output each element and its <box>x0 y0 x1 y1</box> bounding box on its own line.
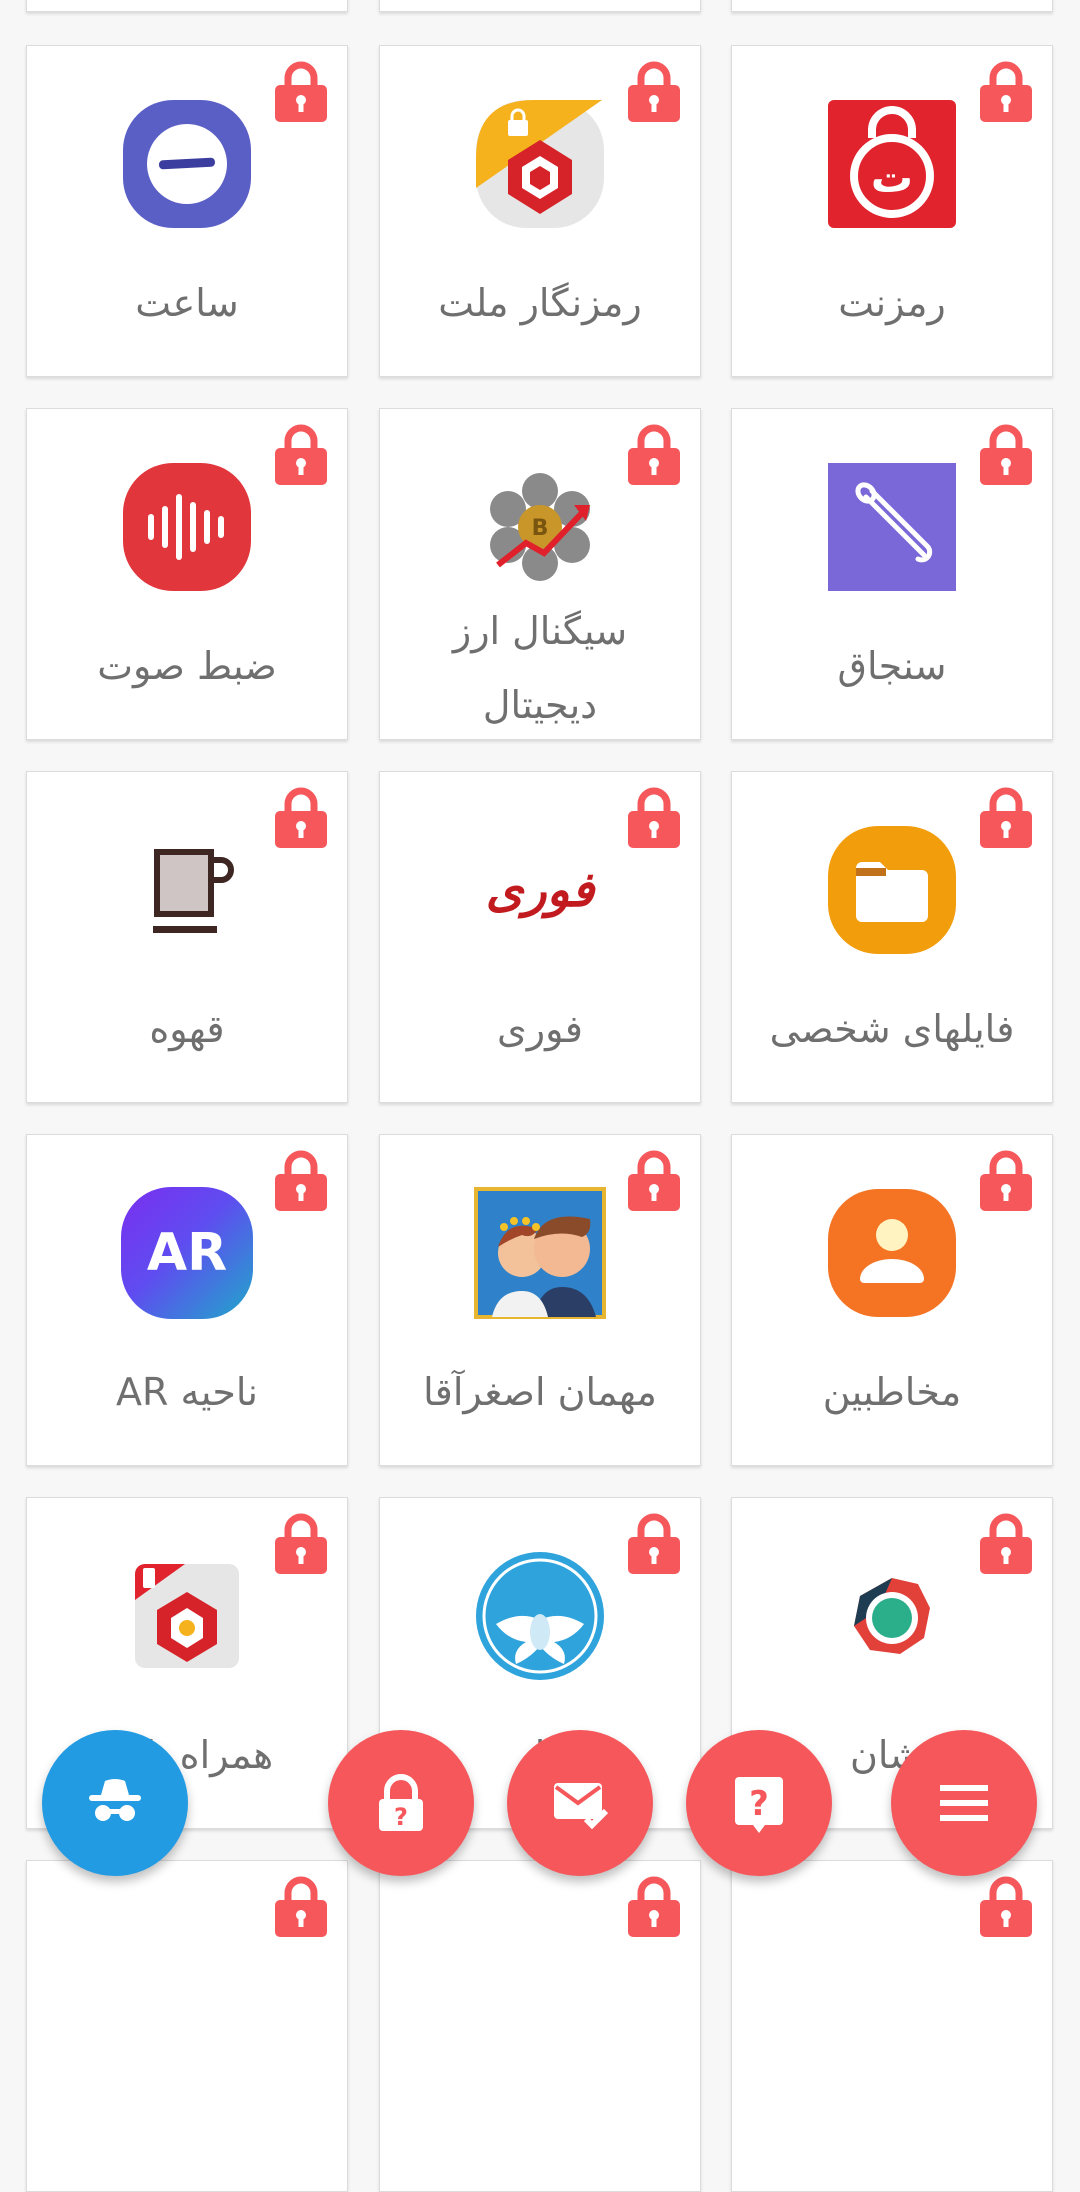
app-card-asghar-agha[interactable]: مهمان اصغرآقا <box>379 1134 701 1466</box>
mellat-otp-app-icon <box>476 100 604 228</box>
mellat-mobile-bank-app-icon <box>135 1564 239 1668</box>
help-message-icon: ? <box>735 1777 783 1833</box>
app-grid: ساعت رمزنگار ملت ت رمزنت ضبط صوت B سیگنا… <box>0 0 1080 2192</box>
app-label: سنجاق <box>837 644 947 688</box>
lock-icon[interactable] <box>628 1875 680 1937</box>
safety-pin-app-icon <box>828 463 956 591</box>
app-card-partial[interactable] <box>731 0 1053 12</box>
app-card-safety-pin[interactable]: سنجاق <box>731 408 1053 740</box>
lock-icon[interactable] <box>275 60 327 122</box>
app-label: رمزنت <box>838 281 946 325</box>
app-card-crypto-signal[interactable]: B سیگنال ارز دیجیتال <box>379 408 701 740</box>
nishan-app-icon <box>854 1578 930 1654</box>
app-card-partial[interactable] <box>26 1860 348 2192</box>
contacts-app-icon <box>828 1189 956 1317</box>
app-card-my-files[interactable]: فایلهای شخصی <box>731 771 1053 1103</box>
clock-app-icon <box>123 100 251 228</box>
lock-icon[interactable] <box>628 60 680 122</box>
ar-zone-app-icon: AR <box>121 1187 253 1319</box>
app-label: فوری <box>497 1007 583 1051</box>
menu-icon <box>940 1785 988 1821</box>
lock-icon[interactable] <box>628 1149 680 1211</box>
lock-help-fab[interactable]: ? <box>328 1730 474 1876</box>
lock-icon[interactable] <box>628 786 680 848</box>
app-card-partial[interactable] <box>731 1860 1053 2192</box>
app-card-clock[interactable]: ساعت <box>26 45 348 377</box>
lock-icon[interactable] <box>980 423 1032 485</box>
app-label: رمزنگار ملت <box>438 281 642 325</box>
lock-icon[interactable] <box>980 786 1032 848</box>
app-card-coffee[interactable]: قهوه <box>26 771 348 1103</box>
app-card-partial[interactable] <box>379 1860 701 2192</box>
fori-icon-text: فوری <box>485 862 595 918</box>
app-label: فایلهای شخصی <box>769 1007 1015 1051</box>
app-label: ساعت <box>135 281 239 325</box>
app-label: قهوه <box>149 1007 225 1051</box>
svg-text:?: ? <box>749 1784 769 1824</box>
menu-fab[interactable] <box>891 1730 1037 1876</box>
app-label: مهمان اصغرآقا <box>423 1370 657 1414</box>
coffee-cup-app-icon <box>153 849 234 933</box>
lock-icon[interactable] <box>980 60 1032 122</box>
lock-icon[interactable] <box>980 1512 1032 1574</box>
folder-app-icon <box>828 826 956 954</box>
mail-fab[interactable] <box>507 1730 653 1876</box>
mail-check-icon <box>554 1783 609 1830</box>
svg-text:ت: ت <box>871 153 913 202</box>
app-card-partial[interactable] <box>379 0 701 12</box>
lock-icon[interactable] <box>275 786 327 848</box>
lock-icon[interactable] <box>275 423 327 485</box>
lock-icon[interactable] <box>980 1149 1032 1211</box>
lock-icon[interactable] <box>628 1512 680 1574</box>
app-label: ناحیه AR <box>116 1370 258 1414</box>
fori-app-icon: فوری <box>474 824 606 956</box>
app-label: ضبط صوت <box>97 644 277 688</box>
incognito-fab[interactable] <box>42 1730 188 1876</box>
app-card-fori[interactable]: فوری فوری <box>379 771 701 1103</box>
app-card-voice-recorder[interactable]: ضبط صوت <box>26 408 348 740</box>
voice-recorder-app-icon <box>123 463 251 591</box>
lock-icon[interactable] <box>628 423 680 485</box>
ramznet-app-icon: ت <box>828 100 956 228</box>
lock-icon[interactable] <box>275 1875 327 1937</box>
ar-icon-text: AR <box>146 1223 228 1283</box>
lock-icon[interactable] <box>980 1875 1032 1937</box>
app-label: مخاطبین <box>822 1370 962 1414</box>
lock-question-icon: ? <box>379 1774 423 1831</box>
app-card-ar-zone[interactable]: AR ناحیه AR <box>26 1134 348 1466</box>
lock-icon[interactable] <box>275 1149 327 1211</box>
help-fab[interactable]: ? <box>686 1730 832 1876</box>
financial-iq-app-icon <box>476 1552 604 1680</box>
app-card-partial[interactable] <box>26 0 348 12</box>
app-label: سیگنال ارز دیجیتال <box>452 609 628 727</box>
svg-text:?: ? <box>394 1803 408 1831</box>
cartoon-couple-app-icon <box>474 1187 606 1319</box>
lock-icon[interactable] <box>275 1512 327 1574</box>
crypto-signal-app-icon: B <box>490 473 590 581</box>
app-card-contacts[interactable]: مخاطبین <box>731 1134 1053 1466</box>
incognito-icon <box>89 1779 141 1821</box>
app-card-ramznet[interactable]: ت رمزنت <box>731 45 1053 377</box>
svg-text:B: B <box>532 516 549 541</box>
app-card-mellat-otp[interactable]: رمزنگار ملت <box>379 45 701 377</box>
